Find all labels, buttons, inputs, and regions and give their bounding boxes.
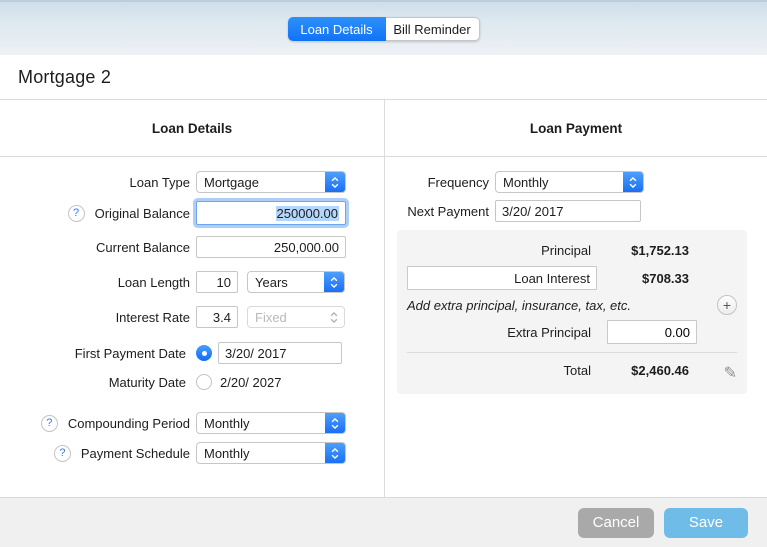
frequency-value: Monthly [496,172,623,192]
loan-interest-name-input[interactable] [407,266,597,290]
window-toolbar: Loan Details Bill Reminder [0,0,767,55]
payment-schedule-label: Payment Schedule [81,446,190,461]
help-icon[interactable]: ? [68,205,85,222]
next-payment-input[interactable] [495,200,641,222]
help-icon[interactable]: ? [54,445,71,462]
loan-details-column: Loan Details Loan Type Mortgage ? Origin… [0,100,385,497]
extra-principal-label: Extra Principal [407,325,597,340]
frequency-popup[interactable]: Monthly [495,171,644,193]
current-balance-label: Current Balance [96,240,190,255]
loan-interest-value: $708.33 [597,271,689,286]
next-payment-row: Next Payment [385,200,767,222]
help-icon[interactable]: ? [41,415,58,432]
maturity-date-label: Maturity Date [109,375,186,390]
loan-length-input[interactable] [196,271,238,293]
payment-schedule-value: Monthly [197,443,325,463]
total-value: $2,460.46 [597,363,689,378]
title-bar: Mortgage 2 [0,55,767,100]
compounding-period-popup[interactable]: Monthly [196,412,346,434]
payment-schedule-row: ? Payment Schedule Monthly [0,442,384,464]
compounding-period-value: Monthly [197,413,325,433]
loan-interest-row: $708.33 [407,266,737,290]
interest-rate-row: Interest Rate Fixed [0,306,384,328]
extra-items-note-row: Add extra principal, insurance, tax, etc… [407,292,737,318]
save-button[interactable]: Save [664,508,748,538]
updown-chevrons-icon [623,172,643,192]
first-payment-date-radio[interactable] [196,345,212,361]
original-balance-row: ? Original Balance 250000.00 [0,201,384,225]
extra-items-note: Add extra principal, insurance, tax, etc… [407,298,717,313]
loan-payment-column: Loan Payment Frequency Monthly Next Paym… [385,100,767,497]
updown-chevrons-icon [325,443,345,463]
extra-principal-input[interactable] [607,320,697,344]
add-extra-item-button[interactable]: + [717,295,737,315]
current-balance-row: Current Balance [0,236,384,258]
payment-schedule-popup[interactable]: Monthly [196,442,346,464]
loan-type-popup[interactable]: Mortgage [196,171,346,193]
updown-chevrons-icon [324,307,344,327]
first-payment-date-row: First Payment Date [0,342,384,364]
principal-value: $1,752.13 [597,243,689,258]
tab-loan-details[interactable]: Loan Details [288,17,386,41]
principal-label: Principal [407,243,597,258]
frequency-row: Frequency Monthly [385,171,767,193]
loan-length-unit-popup[interactable]: Years [247,271,345,293]
dialog-footer: Cancel Save [0,497,767,547]
compounding-period-label: Compounding Period [68,416,190,431]
page-title: Mortgage 2 [18,67,111,88]
loan-type-label: Loan Type [130,175,190,190]
maturity-date-value: 2/20/ 2027 [220,375,281,390]
selected-text: 250000.00 [276,206,339,221]
total-label: Total [407,363,597,378]
compounding-period-row: ? Compounding Period Monthly [0,412,384,434]
maturity-date-radio[interactable] [196,374,212,390]
main-content: Loan Details Loan Type Mortgage ? Origin… [0,100,767,497]
cancel-button[interactable]: Cancel [578,508,654,538]
section-header-loan-details: Loan Details [0,100,384,157]
loan-length-unit-value: Years [248,272,324,292]
total-row: Total $2,460.46 ✎ [407,352,737,386]
interest-rate-input[interactable] [196,306,238,328]
original-balance-input[interactable]: 250000.00 [196,201,346,225]
updown-chevrons-icon [324,272,344,292]
view-tabs: Loan Details Bill Reminder [288,17,480,41]
payment-breakdown-panel: Principal $1,752.13 $708.33 Add extra pr… [397,230,747,394]
interest-rate-label: Interest Rate [116,310,190,325]
next-payment-label: Next Payment [385,204,495,219]
first-payment-date-label: First Payment Date [75,346,186,361]
frequency-label: Frequency [385,175,495,190]
original-balance-label: Original Balance [95,206,190,221]
principal-row: Principal $1,752.13 [407,238,737,262]
updown-chevrons-icon [325,413,345,433]
tab-bill-reminder[interactable]: Bill Reminder [386,17,480,41]
section-header-loan-payment: Loan Payment [385,100,767,157]
edit-pencil-icon[interactable]: ✎ [707,363,737,383]
extra-principal-row: Extra Principal [407,320,737,344]
rate-type-popup: Fixed [247,306,345,328]
updown-chevrons-icon [325,172,345,192]
loan-type-row: Loan Type Mortgage [0,171,384,193]
maturity-date-row: Maturity Date 2/20/ 2027 [0,372,384,392]
current-balance-input[interactable] [196,236,346,258]
loan-type-value: Mortgage [197,172,325,192]
first-payment-date-input[interactable] [218,342,342,364]
rate-type-value: Fixed [248,307,324,327]
loan-length-label: Loan Length [118,275,190,290]
loan-length-row: Loan Length Years [0,271,384,293]
